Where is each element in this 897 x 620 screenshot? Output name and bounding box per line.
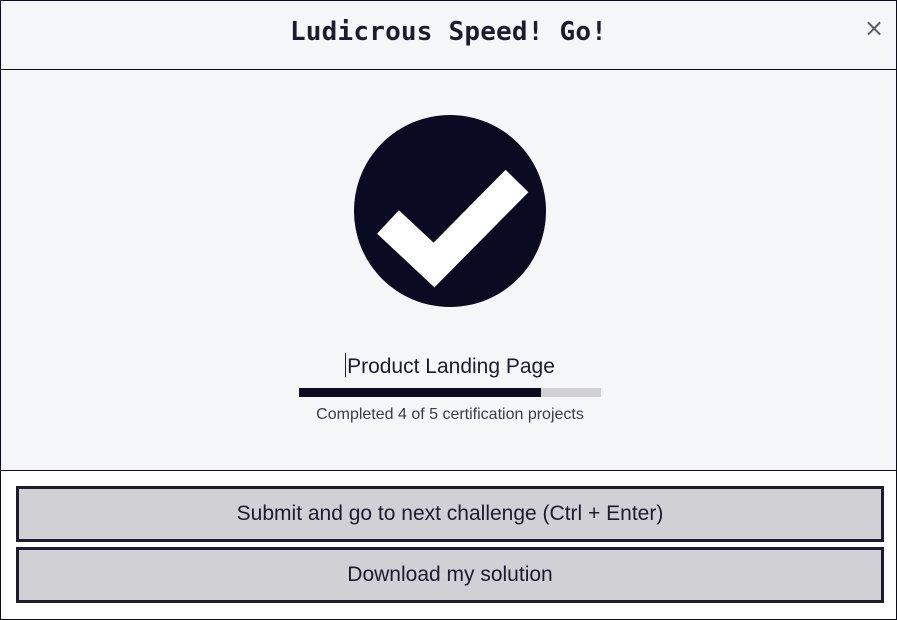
submit-next-challenge-button[interactable]: Submit and go to next challenge (Ctrl + … [16,486,884,542]
text-caret [345,353,347,377]
project-title-text: Product Landing Page [347,355,555,378]
completion-modal: Ludicrous Speed! Go! × Product Landing P… [0,0,897,620]
project-title: Product Landing Page [1,353,897,381]
close-button[interactable]: × [862,13,886,43]
progress-text: Completed 4 of 5 certification projects [316,406,584,423]
modal-title: Ludicrous Speed! Go! [289,17,608,47]
modal-body: Product Landing Page Completed 4 of 5 ce… [1,70,896,471]
progress-bar [299,388,601,397]
modal-footer: Submit and go to next challenge (Ctrl + … [1,471,896,619]
modal-header: Ludicrous Speed! Go! × [1,1,896,70]
download-solution-button[interactable]: Download my solution [16,547,884,603]
check-circle-icon [354,115,546,307]
progress-fill [299,388,541,397]
